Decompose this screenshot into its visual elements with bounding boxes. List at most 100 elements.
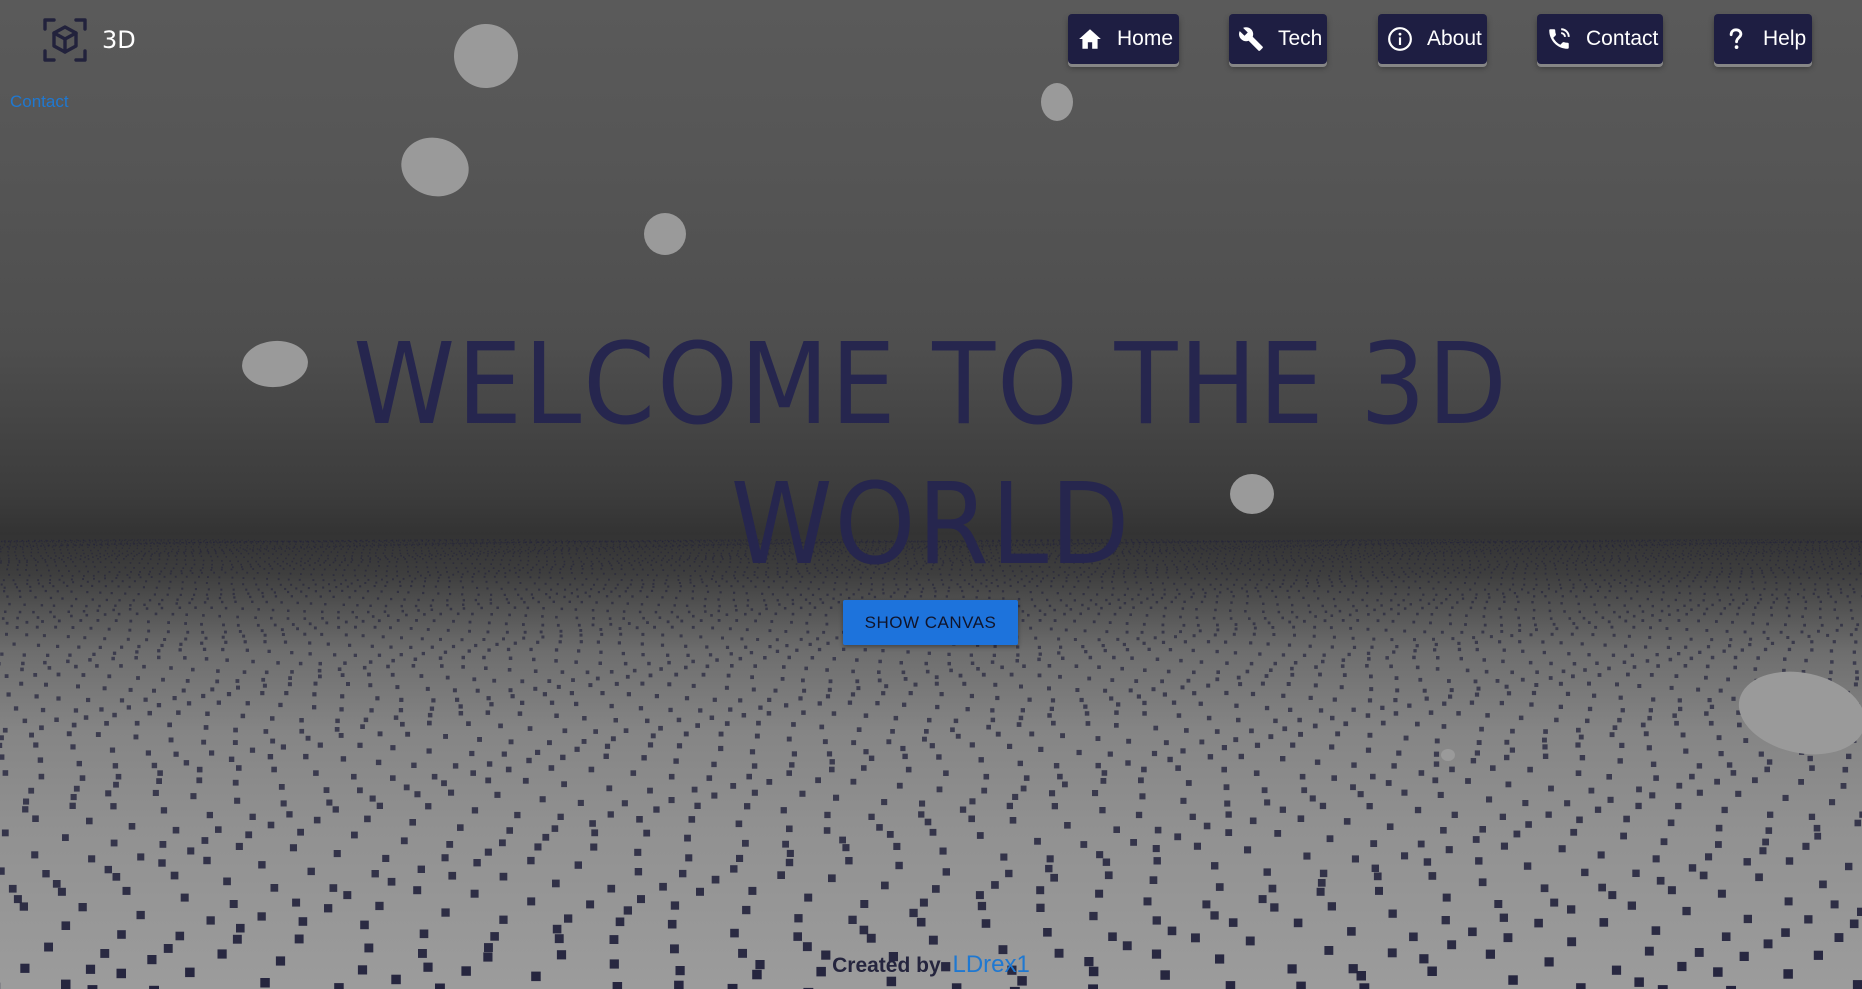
grid-particle <box>41 557 44 560</box>
grid-particle <box>30 555 33 557</box>
grid-particle <box>1818 550 1820 552</box>
grid-particle <box>1819 548 1821 550</box>
grid-particle <box>68 570 70 572</box>
grid-particle <box>55 564 57 567</box>
grid-particle <box>63 539 65 541</box>
grid-particle <box>25 569 27 571</box>
grid-particle <box>15 554 17 557</box>
grid-particle <box>67 540 69 542</box>
grid-particle <box>56 541 58 543</box>
grid-particle <box>60 543 63 545</box>
grid-particle <box>1858 548 1860 550</box>
grid-particle <box>14 545 16 547</box>
grid-particle <box>22 548 24 550</box>
grid-particle <box>1843 550 1845 552</box>
grid-particle <box>67 549 69 551</box>
grid-particle <box>17 564 19 566</box>
grid-particle <box>12 579 15 582</box>
grid-particle <box>1804 547 1806 549</box>
grid-particle <box>1797 539 1799 541</box>
grid-particle <box>1842 567 1844 570</box>
grid-particle <box>1847 565 1849 567</box>
grid-particle <box>70 578 73 581</box>
grid-particle <box>9 542 12 544</box>
grid-particle <box>1799 542 1801 544</box>
grid-particle <box>26 540 28 542</box>
grid-particle <box>1819 541 1821 543</box>
grid-particle <box>30 546 32 548</box>
grid-particle <box>44 559 46 561</box>
grid-particle <box>1803 563 1806 566</box>
grid-particle <box>46 564 49 567</box>
grid-particle <box>1826 548 1828 550</box>
grid-particle <box>67 557 69 559</box>
grid-particle <box>40 574 43 577</box>
grid-particle <box>1802 568 1805 571</box>
grid-particle <box>1804 541 1806 543</box>
grid-particle <box>1833 540 1835 542</box>
grid-particle <box>1831 560 1833 563</box>
grid-particle <box>1792 568 1794 571</box>
grid-particle <box>1851 543 1853 545</box>
grid-particle <box>1788 566 1790 569</box>
grid-particle <box>1807 549 1809 551</box>
grid-particle <box>1838 543 1840 545</box>
grid-particle <box>1837 545 1839 547</box>
grid-particle <box>51 546 54 548</box>
grid-particle <box>43 544 45 546</box>
grid-particle <box>1845 543 1847 545</box>
grid-particle <box>1790 546 1792 549</box>
grid-particle <box>1846 547 1848 549</box>
grid-particle <box>1832 547 1834 549</box>
grid-particle <box>7 551 9 553</box>
grid-particle <box>1838 540 1840 542</box>
grid-particle <box>0 560 2 562</box>
grid-particle <box>37 541 39 543</box>
grid-particle <box>1809 566 1812 568</box>
grid-particle <box>1796 556 1799 558</box>
grid-particle <box>20 546 22 548</box>
grid-particle <box>26 579 29 582</box>
grid-particle <box>34 559 37 561</box>
grid-particle <box>15 557 18 560</box>
grid-particle <box>1807 541 1809 543</box>
grid-particle <box>1 540 3 542</box>
grid-particle <box>1819 552 1822 555</box>
grid-particle <box>1806 542 1809 544</box>
grid-particle <box>1799 544 1801 546</box>
grid-particle <box>16 541 19 543</box>
grid-particle <box>1817 541 1819 543</box>
grid-particle <box>58 578 61 581</box>
grid-particle <box>1850 540 1852 542</box>
grid-particle <box>1852 545 1854 547</box>
grid-particle <box>23 544 25 546</box>
grid-particle <box>1795 552 1798 555</box>
grid-particle <box>1803 539 1805 541</box>
grid-particle <box>1858 550 1860 552</box>
grid-particle <box>1826 542 1828 545</box>
grid-particle <box>1854 557 1856 559</box>
grid-particle <box>26 559 28 562</box>
grid-particle <box>8 546 10 549</box>
grid-particle <box>18 559 21 562</box>
grid-particle <box>1841 548 1843 550</box>
grid-particle <box>28 574 31 577</box>
grid-particle <box>1857 540 1859 542</box>
grid-particle <box>1819 547 1821 549</box>
grid-particle <box>1811 544 1814 547</box>
grid-particle <box>35 542 37 544</box>
grid-particle <box>8 540 10 542</box>
grid-particle <box>49 541 51 543</box>
grid-particle <box>26 561 28 563</box>
grid-particle <box>72 561 74 563</box>
grid-particle <box>1804 550 1806 552</box>
grid-particle <box>4 540 6 542</box>
grid-particle <box>37 579 40 582</box>
grid-particle <box>18 574 21 576</box>
grid-particle <box>1793 571 1795 574</box>
grid-particle <box>39 541 41 543</box>
grid-particle <box>1798 547 1800 549</box>
grid-particle <box>23 540 25 543</box>
grid-particle <box>44 546 46 548</box>
grid-particle <box>1847 547 1849 550</box>
